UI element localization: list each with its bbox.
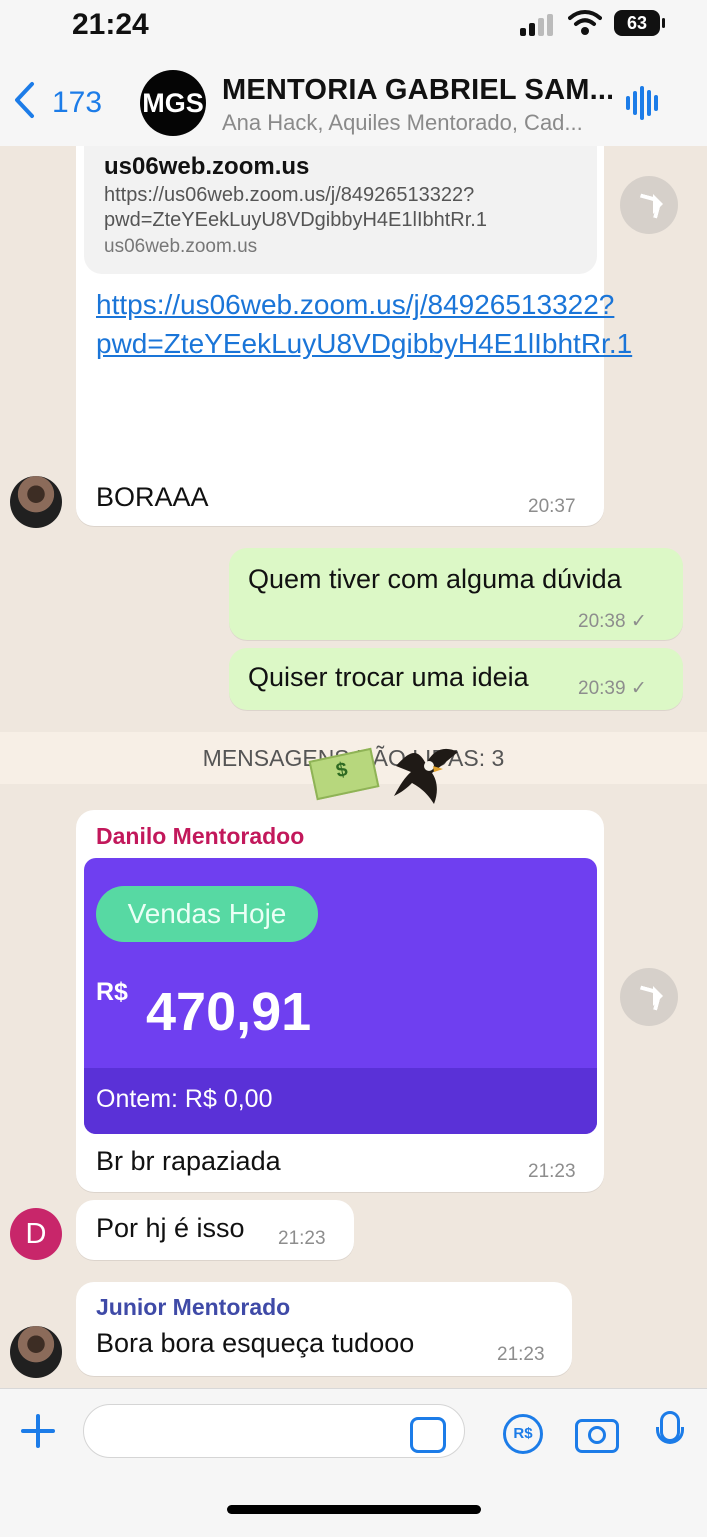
wifi-icon (568, 10, 602, 35)
chat-header: 173 MGS MENTORIA GABRIEL SAM... Ana Hack… (0, 52, 707, 147)
money-icon (308, 747, 380, 801)
group-members[interactable]: Ana Hack, Aquiles Mentorado, Cad... (222, 110, 612, 136)
eagle-icon (394, 748, 458, 804)
battery-indicator: 63 (614, 10, 665, 36)
message-caption: Br br rapaziada (96, 1146, 281, 1176)
forward-icon[interactable] (620, 176, 678, 234)
voice-chat-icon[interactable] (626, 86, 662, 120)
message-text: Bora bora esqueça tudooo (96, 1328, 415, 1358)
message-time: 20:37 (528, 496, 576, 517)
forward-icon[interactable] (620, 968, 678, 1026)
back-chevron-icon[interactable] (10, 80, 40, 120)
sticker-icon[interactable] (410, 1417, 446, 1453)
sales-card[interactable]: Vendas Hoje R$ 470,91 Ontem: R$ 0,00 (84, 858, 597, 1134)
cellular-signal-icon (520, 14, 558, 36)
message-time: 21:23 (497, 1344, 545, 1365)
sales-today-pill: Vendas Hoje (96, 886, 318, 942)
sender-name: Danilo Mentoradoo (96, 823, 305, 849)
group-title[interactable]: MENTORIA GABRIEL SAM... (222, 74, 612, 107)
unread-chat-count[interactable]: 173 (52, 86, 102, 120)
currency-symbol: R$ (96, 978, 128, 1006)
payment-icon[interactable]: R$ (503, 1414, 543, 1454)
camera-icon[interactable] (575, 1419, 619, 1453)
outgoing-message-text: Quem tiver com alguma dúvida (248, 564, 622, 594)
sales-card-footer: Ontem: R$ 0,00 (84, 1068, 597, 1134)
sender-avatar[interactable]: D (10, 1208, 62, 1260)
message-time: 21:23 (528, 1161, 576, 1182)
yesterday-sales: Ontem: R$ 0,00 (96, 1085, 273, 1113)
message-list[interactable]: us06web.zoom.us https://us06web.zoom.us/… (0, 146, 707, 1388)
sticker-decorations (308, 742, 462, 814)
outgoing-message-time: 20:38 ✓ (578, 611, 647, 632)
zoom-link[interactable]: https://us06web.zoom.us/j/84926513322?pw… (96, 285, 632, 363)
outgoing-message-text: Quiser trocar uma ideia (248, 662, 529, 692)
clock: 21:24 (72, 8, 149, 41)
outgoing-message-time: 20:39 ✓ (578, 678, 647, 699)
preview-host: us06web.zoom.us (104, 236, 258, 257)
home-indicator (227, 1505, 481, 1514)
preview-url: https://us06web.zoom.us/j/84926513322?pw… (104, 184, 487, 231)
message-input[interactable] (83, 1404, 465, 1458)
sender-avatar[interactable] (10, 1326, 62, 1378)
microphone-icon[interactable] (656, 1411, 684, 1451)
message-time: 21:23 (278, 1228, 326, 1249)
group-avatar[interactable]: MGS (140, 70, 206, 136)
message-text: Por hj é isso (96, 1213, 245, 1243)
sales-amount: 470,91 (146, 982, 312, 1042)
sender-name: Junior Mentorado (96, 1294, 291, 1320)
plus-icon[interactable] (21, 1414, 55, 1448)
status-bar: 21:24 63 (0, 0, 707, 52)
message-text: BORAAA (96, 482, 209, 512)
preview-domain: us06web.zoom.us (104, 153, 310, 180)
sender-avatar[interactable] (10, 476, 62, 528)
message-composer: R$ (0, 1388, 707, 1537)
